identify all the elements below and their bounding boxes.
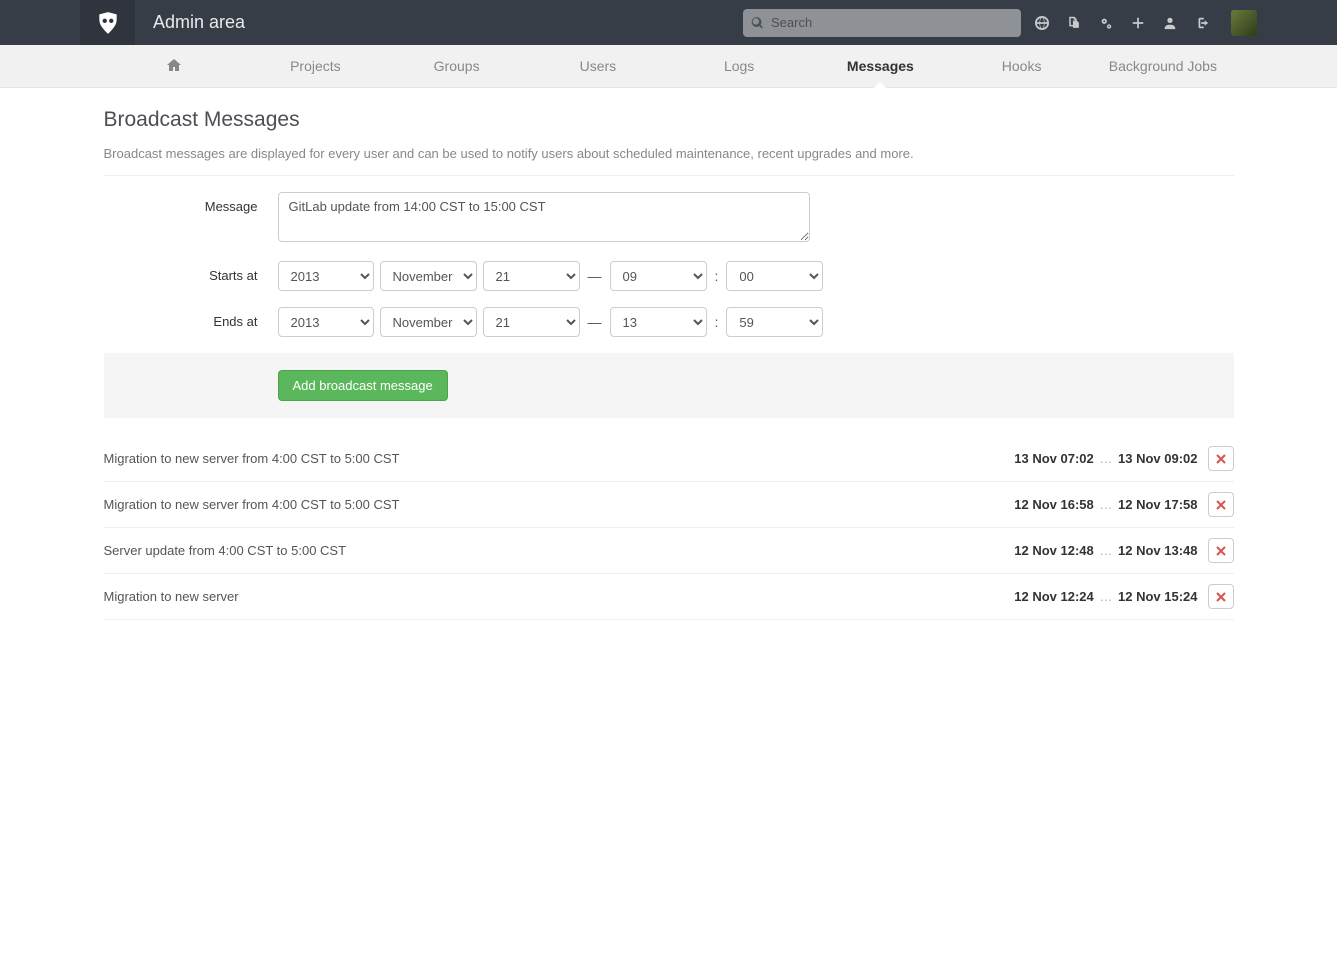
broadcast-row: Migration to new server from 4:00 CST to… bbox=[104, 482, 1234, 528]
date-dash: — bbox=[586, 268, 604, 284]
page-title: Broadcast Messages bbox=[104, 108, 1234, 132]
delete-broadcast-button[interactable] bbox=[1208, 492, 1234, 517]
broadcast-timespan: 12 Nov 12:24 … 12 Nov 15:24 bbox=[1014, 589, 1197, 604]
starts-month-select[interactable]: November bbox=[380, 261, 477, 291]
subnav-projects[interactable]: Projects bbox=[245, 45, 386, 88]
delete-broadcast-button[interactable] bbox=[1208, 584, 1234, 609]
ends-minute-select[interactable]: 59 bbox=[726, 307, 823, 337]
globe-icon[interactable] bbox=[1035, 16, 1049, 30]
search-icon bbox=[751, 16, 764, 29]
user-avatar[interactable] bbox=[1231, 10, 1257, 36]
broadcast-text: Server update from 4:00 CST to 5:00 CST bbox=[104, 543, 1015, 558]
delete-broadcast-button[interactable] bbox=[1208, 446, 1234, 471]
starts-at-label: Starts at bbox=[104, 261, 278, 283]
subnav-users[interactable]: Users bbox=[527, 45, 668, 88]
user-icon[interactable] bbox=[1163, 16, 1177, 30]
admin-subnav: ProjectsGroupsUsersLogsMessagesHooksBack… bbox=[0, 45, 1337, 88]
search-input[interactable] bbox=[743, 9, 1021, 37]
starts-at-row: Starts at 2013 November 21 — 09 : 00 bbox=[104, 261, 1234, 291]
ends-at-label: Ends at bbox=[104, 307, 278, 329]
ends-at-row: Ends at 2013 November 21 — 13 : 59 bbox=[104, 307, 1234, 337]
date-dash: — bbox=[586, 314, 604, 330]
message-row: Message bbox=[104, 192, 1234, 245]
broadcast-text: Migration to new server from 4:00 CST to… bbox=[104, 451, 1015, 466]
close-icon bbox=[1216, 546, 1226, 556]
ends-year-select[interactable]: 2013 bbox=[278, 307, 374, 337]
app-logo[interactable] bbox=[80, 0, 135, 45]
add-broadcast-button[interactable]: Add broadcast message bbox=[278, 370, 448, 401]
cogs-icon[interactable] bbox=[1099, 16, 1113, 30]
broadcast-text: Migration to new server bbox=[104, 589, 1015, 604]
file-copy-icon[interactable] bbox=[1067, 16, 1081, 30]
page-description: Broadcast messages are displayed for eve… bbox=[104, 146, 1234, 161]
close-icon bbox=[1216, 454, 1226, 464]
broadcast-row: Migration to new server from 4:00 CST to… bbox=[104, 436, 1234, 482]
subnav-background-jobs[interactable]: Background Jobs bbox=[1092, 45, 1233, 88]
broadcast-row: Server update from 4:00 CST to 5:00 CST1… bbox=[104, 528, 1234, 574]
broadcast-timespan: 12 Nov 16:58 … 12 Nov 17:58 bbox=[1014, 497, 1197, 512]
home-icon bbox=[166, 57, 182, 73]
subnav-home[interactable] bbox=[104, 45, 245, 88]
time-colon: : bbox=[713, 314, 721, 330]
broadcast-timespan: 12 Nov 12:48 … 12 Nov 13:48 bbox=[1014, 543, 1197, 558]
starts-day-select[interactable]: 21 bbox=[483, 261, 580, 291]
subnav-groups[interactable]: Groups bbox=[386, 45, 527, 88]
ends-month-select[interactable]: November bbox=[380, 307, 477, 337]
message-textarea[interactable] bbox=[278, 192, 810, 242]
starts-minute-select[interactable]: 00 bbox=[726, 261, 823, 291]
close-icon bbox=[1216, 592, 1226, 602]
page-area-title: Admin area bbox=[135, 12, 245, 33]
broadcast-timespan: 13 Nov 07:02 … 13 Nov 09:02 bbox=[1014, 451, 1197, 466]
plus-icon[interactable] bbox=[1131, 16, 1145, 30]
sign-out-icon[interactable] bbox=[1195, 16, 1209, 30]
broadcast-text: Migration to new server from 4:00 CST to… bbox=[104, 497, 1015, 512]
divider bbox=[104, 175, 1234, 176]
top-navbar: Admin area bbox=[0, 0, 1337, 45]
submit-bar: Add broadcast message bbox=[104, 353, 1234, 418]
subnav-logs[interactable]: Logs bbox=[669, 45, 810, 88]
message-label: Message bbox=[104, 192, 278, 214]
starts-year-select[interactable]: 2013 bbox=[278, 261, 374, 291]
time-colon: : bbox=[713, 268, 721, 284]
ends-hour-select[interactable]: 13 bbox=[610, 307, 707, 337]
close-icon bbox=[1216, 500, 1226, 510]
starts-hour-select[interactable]: 09 bbox=[610, 261, 707, 291]
subnav-messages[interactable]: Messages bbox=[810, 45, 951, 88]
navbar-icon-group bbox=[1035, 10, 1337, 36]
ends-day-select[interactable]: 21 bbox=[483, 307, 580, 337]
broadcast-row: Migration to new server12 Nov 12:24 … 12… bbox=[104, 574, 1234, 620]
delete-broadcast-button[interactable] bbox=[1208, 538, 1234, 563]
subnav-hooks[interactable]: Hooks bbox=[951, 45, 1092, 88]
broadcast-list: Migration to new server from 4:00 CST to… bbox=[104, 436, 1234, 620]
global-search bbox=[743, 9, 1021, 37]
